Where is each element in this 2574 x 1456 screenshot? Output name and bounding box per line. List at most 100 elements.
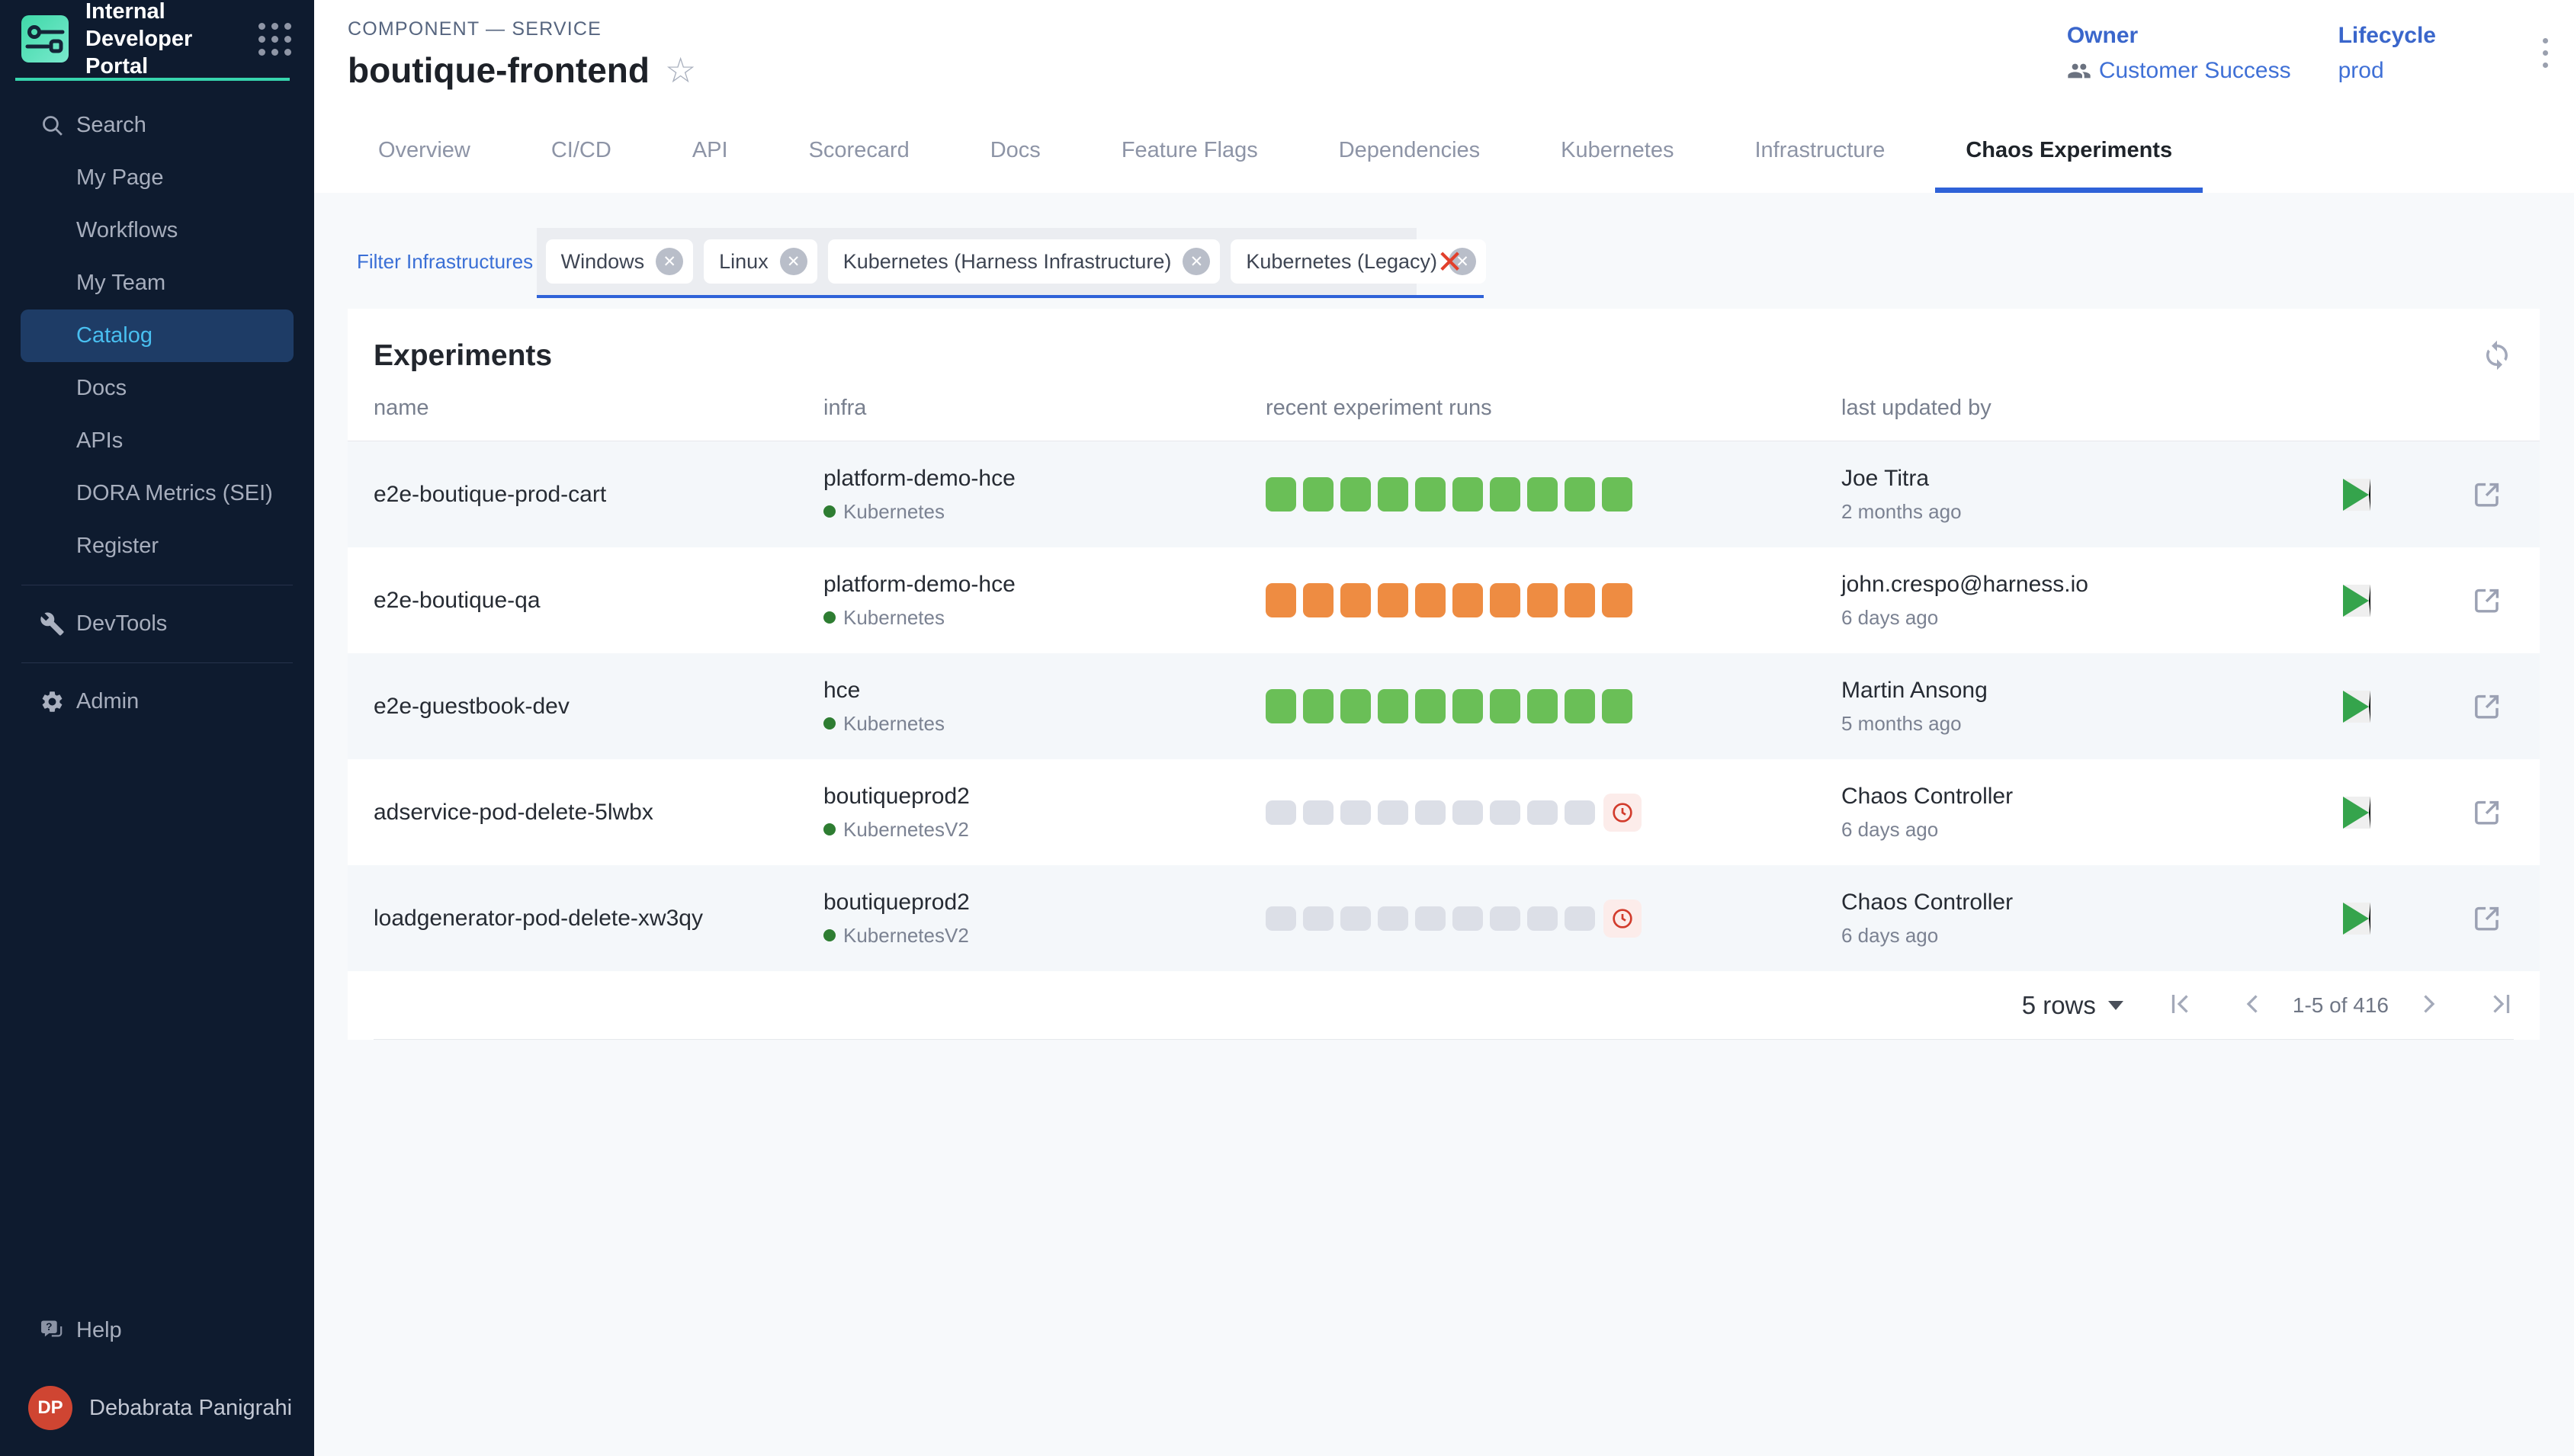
open-experiment-launch-icon[interactable] <box>2470 795 2505 830</box>
apps-grid-icon[interactable] <box>258 23 291 56</box>
run-experiment-play-button[interactable] <box>2343 903 2370 935</box>
run-bar-failed[interactable] <box>1452 583 1483 617</box>
tab-chaos-experiments[interactable]: Chaos Experiments <box>1935 107 2203 193</box>
clear-filters-button[interactable]: ✕ <box>1417 243 1484 281</box>
previous-page-button[interactable] <box>2239 990 2267 1021</box>
sidebar-item-apis[interactable]: APIs <box>21 415 294 467</box>
sidebar-item-search[interactable]: Search <box>21 99 294 152</box>
run-bar-passed[interactable] <box>1490 477 1520 512</box>
run-experiment-play-button[interactable] <box>2343 797 2370 829</box>
run-bar-passed[interactable] <box>1303 689 1334 723</box>
run-bar-pending[interactable] <box>1527 800 1558 825</box>
open-experiment-launch-icon[interactable] <box>2470 901 2505 936</box>
next-page-button[interactable] <box>2415 990 2442 1021</box>
first-page-button[interactable] <box>2168 990 2195 1021</box>
run-bar-passed[interactable] <box>1527 689 1558 723</box>
owner-link[interactable]: Customer Success <box>2067 58 2291 84</box>
sidebar-item-label: Admin <box>76 689 139 714</box>
run-bar-passed[interactable] <box>1266 477 1296 512</box>
sidebar-item-docs[interactable]: Docs <box>21 362 294 415</box>
run-bar-pending[interactable] <box>1415 800 1446 825</box>
tab-api[interactable]: API <box>662 107 759 193</box>
run-bar-failed[interactable] <box>1303 583 1334 617</box>
run-bar-passed[interactable] <box>1490 689 1520 723</box>
run-bar-passed[interactable] <box>1378 477 1408 512</box>
run-bar-passed[interactable] <box>1452 477 1483 512</box>
open-experiment-launch-icon[interactable] <box>2470 689 2505 724</box>
run-bar-pending[interactable] <box>1527 906 1558 931</box>
run-bar-pending[interactable] <box>1266 906 1296 931</box>
sidebar-item-my-page[interactable]: My Page <box>21 152 294 204</box>
sidebar-item-dora-metrics-sei[interactable]: DORA Metrics (SEI) <box>21 467 294 520</box>
run-bar-pending[interactable] <box>1340 800 1371 825</box>
run-bar-failed[interactable] <box>1266 583 1296 617</box>
run-experiment-play-button[interactable] <box>2343 585 2370 617</box>
run-bar-pending[interactable] <box>1490 906 1520 931</box>
run-bar-failed[interactable] <box>1565 583 1595 617</box>
run-bar-failed[interactable] <box>1378 583 1408 617</box>
run-bar-passed[interactable] <box>1415 689 1446 723</box>
sidebar-item-catalog[interactable]: Catalog <box>21 309 294 362</box>
refresh-icon[interactable] <box>2480 339 2514 373</box>
run-bar-passed[interactable] <box>1415 477 1446 512</box>
run-bar-pending[interactable] <box>1378 906 1408 931</box>
run-bar-passed[interactable] <box>1303 477 1334 512</box>
run-bar-passed[interactable] <box>1340 477 1371 512</box>
chip-remove-icon[interactable]: ✕ <box>656 248 683 275</box>
run-bar-failed[interactable] <box>1340 583 1371 617</box>
chip-remove-icon[interactable]: ✕ <box>1183 248 1210 275</box>
run-bar-passed[interactable] <box>1602 477 1632 512</box>
run-bar-failed[interactable] <box>1527 583 1558 617</box>
run-bar-pending[interactable] <box>1303 906 1334 931</box>
sidebar-item-register[interactable]: Register <box>21 520 294 572</box>
run-error-clock-icon[interactable] <box>1603 794 1642 832</box>
sidebar-item-admin[interactable]: Admin <box>21 675 294 728</box>
filter-infrastructures-label[interactable]: Filter Infrastructures <box>357 250 533 274</box>
run-bar-passed[interactable] <box>1565 689 1595 723</box>
rows-per-page-select[interactable]: 5 rows <box>2022 991 2123 1020</box>
run-bar-failed[interactable] <box>1602 583 1632 617</box>
run-bar-pending[interactable] <box>1378 800 1408 825</box>
run-bar-pending[interactable] <box>1490 800 1520 825</box>
filter-chips-input[interactable]: Windows✕Linux✕Kubernetes (Harness Infras… <box>537 228 1417 295</box>
tab-kubernetes[interactable]: Kubernetes <box>1530 107 1704 193</box>
run-bar-passed[interactable] <box>1378 689 1408 723</box>
tab-ci-cd[interactable]: CI/CD <box>521 107 642 193</box>
run-bar-pending[interactable] <box>1340 906 1371 931</box>
run-bar-passed[interactable] <box>1340 689 1371 723</box>
tab-feature-flags[interactable]: Feature Flags <box>1091 107 1289 193</box>
tab-scorecard[interactable]: Scorecard <box>778 107 940 193</box>
sidebar-item-workflows[interactable]: Workflows <box>21 204 294 257</box>
tab-overview[interactable]: Overview <box>348 107 501 193</box>
favorite-star-icon[interactable]: ☆ <box>665 53 696 88</box>
sidebar-item-my-team[interactable]: My Team <box>21 257 294 309</box>
sidebar-item-help[interactable]: ?Help <box>21 1304 294 1357</box>
sidebar-item-devtools[interactable]: DevTools <box>21 598 294 650</box>
run-bar-passed[interactable] <box>1565 477 1595 512</box>
open-experiment-launch-icon[interactable] <box>2470 477 2505 512</box>
run-bar-pending[interactable] <box>1452 800 1483 825</box>
run-bar-pending[interactable] <box>1565 800 1595 825</box>
run-experiment-play-button[interactable] <box>2343 479 2370 511</box>
run-bar-pending[interactable] <box>1415 906 1446 931</box>
run-bar-passed[interactable] <box>1527 477 1558 512</box>
run-bar-passed[interactable] <box>1452 689 1483 723</box>
tab-docs[interactable]: Docs <box>960 107 1071 193</box>
run-bar-failed[interactable] <box>1415 583 1446 617</box>
tab-dependencies[interactable]: Dependencies <box>1308 107 1510 193</box>
run-bar-pending[interactable] <box>1303 800 1334 825</box>
more-options-kebab-icon[interactable] <box>2538 34 2553 72</box>
open-experiment-launch-icon[interactable] <box>2470 583 2505 618</box>
last-page-button[interactable] <box>2486 990 2514 1021</box>
run-bar-passed[interactable] <box>1602 689 1632 723</box>
run-error-clock-icon[interactable] <box>1603 900 1642 938</box>
run-experiment-play-button[interactable] <box>2343 691 2370 723</box>
run-bar-pending[interactable] <box>1565 906 1595 931</box>
run-bar-pending[interactable] <box>1266 800 1296 825</box>
run-bar-passed[interactable] <box>1266 689 1296 723</box>
run-bar-pending[interactable] <box>1452 906 1483 931</box>
run-bar-failed[interactable] <box>1490 583 1520 617</box>
user-menu[interactable]: DP Debabrata Panigrahi <box>0 1357 314 1441</box>
tab-infrastructure[interactable]: Infrastructure <box>1724 107 1915 193</box>
chip-remove-icon[interactable]: ✕ <box>780 248 807 275</box>
